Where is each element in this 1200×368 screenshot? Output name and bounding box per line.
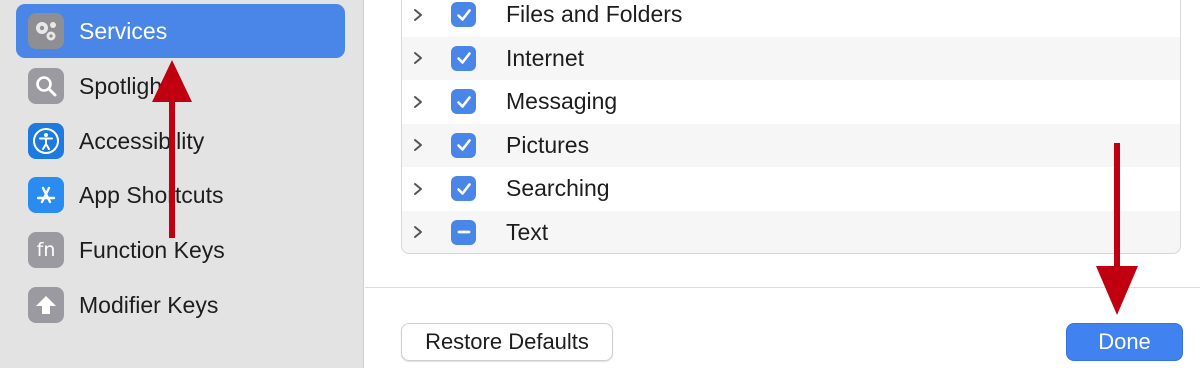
sidebar-item-label: Accessibility bbox=[79, 127, 205, 154]
list-item[interactable]: Text bbox=[402, 211, 1180, 254]
chevron-right-icon[interactable] bbox=[411, 8, 425, 22]
sidebar-item-label: Modifier Keys bbox=[79, 291, 219, 318]
sidebar-item-label: App Shortcuts bbox=[79, 181, 224, 208]
checkmark-icon bbox=[456, 139, 471, 152]
sidebar-item-services[interactable]: Services bbox=[16, 4, 345, 58]
list-item[interactable]: Searching bbox=[402, 167, 1180, 211]
chevron-right-icon[interactable] bbox=[411, 225, 425, 239]
minus-icon bbox=[457, 230, 470, 234]
sidebar-item-function-keys[interactable]: fn Function Keys bbox=[16, 223, 345, 277]
done-button[interactable]: Done bbox=[1066, 323, 1183, 361]
restore-defaults-button[interactable]: Restore Defaults bbox=[401, 323, 613, 361]
list-item[interactable]: Messaging bbox=[402, 80, 1180, 124]
list-item-label: Messaging bbox=[506, 88, 618, 115]
checkmark-icon bbox=[456, 182, 471, 195]
sidebar: Services Spotlight Accessibility App Sho… bbox=[0, 0, 364, 368]
checkbox[interactable] bbox=[451, 132, 476, 158]
chevron-right-icon[interactable] bbox=[411, 95, 425, 109]
fn-glyph: fn bbox=[36, 239, 56, 261]
checkbox[interactable] bbox=[451, 2, 476, 28]
sidebar-item-label: Function Keys bbox=[79, 236, 225, 263]
list-item-label: Searching bbox=[506, 175, 610, 202]
up-arrow-icon bbox=[28, 287, 64, 323]
list-item[interactable]: Files and Folders bbox=[402, 0, 1180, 37]
sidebar-item-spotlight[interactable]: Spotlight bbox=[16, 59, 345, 113]
list-item-label: Text bbox=[506, 218, 549, 245]
list-item-label: Internet bbox=[506, 44, 584, 71]
checkbox[interactable] bbox=[451, 176, 476, 202]
services-list: Files and Folders Internet Messaging Pic… bbox=[401, 0, 1181, 254]
checkbox[interactable] bbox=[451, 45, 476, 71]
sidebar-item-label: Spotlight bbox=[79, 72, 169, 99]
fn-icon: fn bbox=[28, 232, 64, 268]
checkmark-icon bbox=[456, 52, 471, 65]
app-store-icon bbox=[28, 177, 64, 213]
list-item-label: Pictures bbox=[506, 131, 590, 158]
chevron-right-icon[interactable] bbox=[411, 138, 425, 152]
accessibility-icon bbox=[28, 123, 64, 159]
sidebar-item-label: Services bbox=[79, 17, 168, 44]
checkmark-icon bbox=[456, 8, 471, 21]
list-item-label: Files and Folders bbox=[506, 1, 683, 28]
chevron-right-icon[interactable] bbox=[411, 51, 425, 65]
sidebar-item-accessibility[interactable]: Accessibility bbox=[16, 114, 345, 168]
divider bbox=[365, 287, 1200, 288]
main-panel: Files and Folders Internet Messaging Pic… bbox=[365, 0, 1200, 368]
gears-icon bbox=[28, 13, 64, 49]
list-item[interactable]: Internet bbox=[402, 37, 1180, 81]
checkbox-mixed[interactable] bbox=[451, 219, 476, 245]
list-item[interactable]: Pictures bbox=[402, 124, 1180, 168]
chevron-right-icon[interactable] bbox=[411, 182, 425, 196]
checkbox[interactable] bbox=[451, 89, 476, 115]
checkmark-icon bbox=[456, 95, 471, 108]
sidebar-item-modifier-keys[interactable]: Modifier Keys bbox=[16, 278, 345, 332]
sidebar-item-app-shortcuts[interactable]: App Shortcuts bbox=[16, 168, 345, 222]
magnifier-icon bbox=[28, 68, 64, 104]
